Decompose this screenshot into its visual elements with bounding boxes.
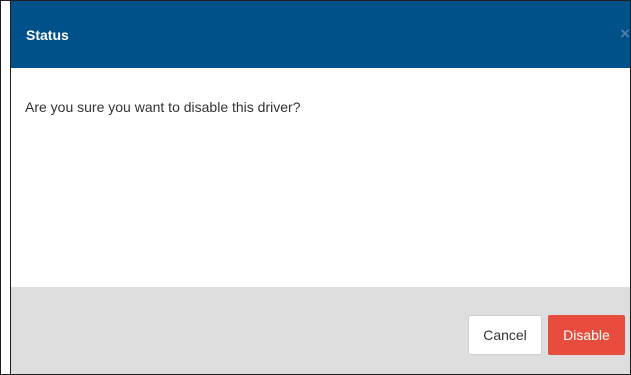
cancel-button[interactable]: Cancel: [468, 315, 542, 355]
dialog-message: Are you sure you want to disable this dr…: [25, 99, 301, 115]
status-dialog: Status × Are you sure you want to disabl…: [0, 0, 631, 375]
disable-button[interactable]: Disable: [548, 315, 625, 355]
close-icon[interactable]: ×: [620, 25, 630, 43]
dialog-body: Are you sure you want to disable this dr…: [11, 68, 630, 287]
dialog-title: Status: [26, 27, 69, 43]
dialog-header: Status ×: [11, 1, 630, 68]
dialog-footer: Cancel Disable: [11, 287, 630, 374]
